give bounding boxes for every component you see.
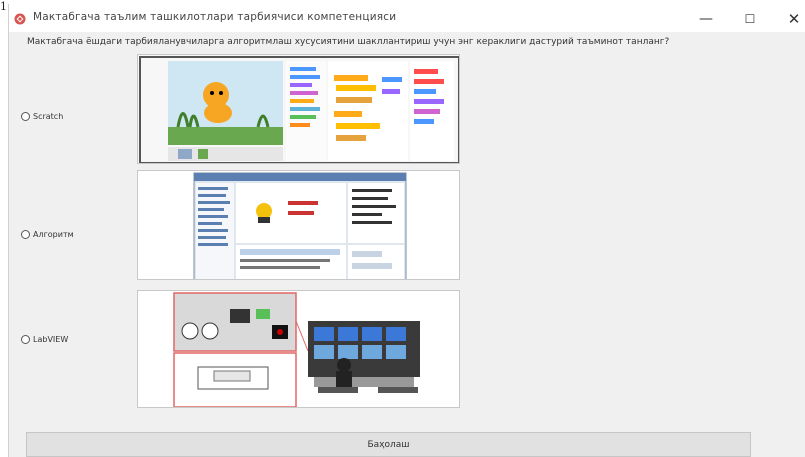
corner-digit: 1 (0, 0, 7, 13)
labview-screenshot (138, 291, 459, 407)
close-button[interactable]: ✕ (779, 8, 805, 30)
radio-labview[interactable] (21, 335, 30, 344)
evaluate-button[interactable]: Баҳолаш (26, 432, 751, 457)
option-scratch-label: Scratch (33, 112, 64, 121)
radio-scratch[interactable] (21, 112, 30, 121)
window-title: Мактабгача таълим ташкилотлари тарбиячис… (33, 11, 397, 23)
title-bar: Мактабгача таълим ташкилотлари тарбиячис… (9, 4, 805, 32)
radio-algorithm[interactable] (21, 230, 30, 239)
algorithm-screenshot (138, 171, 459, 279)
app-window: Мактабгача таълим ташкилотлари тарбиячис… (8, 4, 805, 457)
option-scratch-image[interactable] (137, 54, 460, 164)
question-text: Мактабгача ёшдаги тарбияланувчиларга алг… (27, 37, 670, 47)
maximize-button[interactable]: ☐ (735, 8, 765, 30)
minimize-button[interactable]: — (691, 8, 721, 30)
option-scratch[interactable]: Scratch (21, 112, 63, 121)
option-labview-label: LabVIEW (33, 335, 69, 344)
option-algorithm[interactable]: Алгоритм (21, 230, 74, 239)
option-algorithm-image[interactable] (137, 170, 460, 280)
option-labview[interactable]: LabVIEW (21, 335, 68, 344)
scratch-screenshot (138, 55, 459, 163)
app-logo-icon (14, 13, 26, 25)
option-labview-image[interactable] (137, 290, 460, 408)
option-algorithm-label: Алгоритм (33, 230, 74, 239)
